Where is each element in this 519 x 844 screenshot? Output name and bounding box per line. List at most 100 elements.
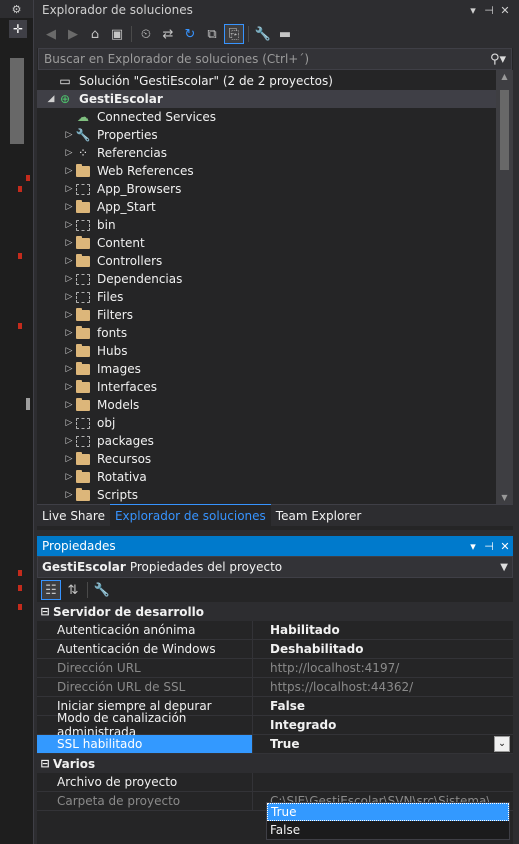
property-row[interactable]: SSL habilitado True ⌄ <box>37 735 513 754</box>
property-value[interactable]: Integrado <box>253 716 513 734</box>
tree-item[interactable]: ▷ Filters <box>37 306 513 324</box>
collapsed-arrow-icon[interactable]: ▷ <box>63 238 75 248</box>
property-category[interactable]: ⊟ Varios <box>37 754 513 773</box>
tree-item[interactable]: ▷ Interfaces <box>37 378 513 396</box>
sync-with-active-document-icon[interactable]: ⇄ <box>158 24 178 44</box>
tree-item[interactable]: ▷ Rotativa <box>37 468 513 486</box>
close-icon[interactable]: ✕ <box>497 540 513 553</box>
scroll-down-arrow-icon[interactable]: ▼ <box>496 493 513 502</box>
switch-views-icon[interactable]: ▣ <box>107 24 127 44</box>
tree-item[interactable]: ▷ Scripts <box>37 486 513 504</box>
property-row[interactable]: Dirección URL de SSL https://localhost:44… <box>37 678 513 697</box>
tree-item[interactable]: ▷ packages <box>37 432 513 450</box>
property-category[interactable]: ⊟ Servidor de desarrollo <box>37 602 513 621</box>
project-node[interactable]: ◢ ⊕ GestiEscolar <box>37 90 513 108</box>
tree-item[interactable]: ▷ bin <box>37 216 513 234</box>
search-input[interactable]: Buscar en Explorador de soluciones (Ctrl… <box>44 52 485 66</box>
properties-wrench-icon[interactable]: 🔧 <box>253 24 273 44</box>
collapsed-arrow-icon[interactable]: ▷ <box>63 472 75 482</box>
window-position-icon[interactable]: ▾ <box>465 4 481 17</box>
gear-icon[interactable]: ⚙ <box>0 0 33 18</box>
tree-item[interactable]: ▷ App_Browsers <box>37 180 513 198</box>
tree-item[interactable]: ▷ Controllers <box>37 252 513 270</box>
collapse-all-icon[interactable]: ⧉ <box>202 24 222 44</box>
tab-team-explorer[interactable]: Team Explorer <box>271 505 367 526</box>
collapsed-arrow-icon[interactable]: ▷ <box>63 382 75 392</box>
pin-icon[interactable]: ⊣ <box>481 4 497 17</box>
collapsed-arrow-icon[interactable]: ▷ <box>63 202 75 212</box>
collapsed-arrow-icon[interactable]: ▷ <box>63 310 75 320</box>
collapsed-arrow-icon[interactable]: ▷ <box>63 220 75 230</box>
collapsed-arrow-icon[interactable]: ▷ <box>63 130 75 140</box>
tree-scrollbar[interactable]: ▲ ▼ <box>496 70 513 504</box>
split-view-icon[interactable]: ✛ <box>9 20 27 38</box>
alphabetical-icon[interactable]: ⇅ <box>63 580 83 600</box>
show-all-files-icon[interactable]: ⎘ <box>224 24 244 44</box>
property-row[interactable]: Autenticación anónima Habilitado <box>37 621 513 640</box>
pending-changes-filter-icon[interactable]: ⏲ <box>136 24 156 44</box>
collapsed-arrow-icon[interactable]: ▷ <box>63 400 75 410</box>
collapsed-arrow-icon[interactable]: ▷ <box>63 364 75 374</box>
collapsed-arrow-icon[interactable]: ▷ <box>63 256 75 266</box>
object-selector[interactable]: GestiEscolar Propiedades del proyecto ▼ <box>37 556 513 578</box>
refresh-icon[interactable]: ↻ <box>180 24 200 44</box>
property-value[interactable]: https://localhost:44362/ <box>253 678 513 696</box>
tree-item[interactable]: ▷ Content <box>37 234 513 252</box>
chevron-down-icon[interactable]: ▼ <box>500 562 508 573</box>
tree-item[interactable]: ▷ Images <box>37 360 513 378</box>
ssl-value-dropdown[interactable]: True False <box>266 802 510 840</box>
property-value[interactable]: Habilitado <box>253 621 513 639</box>
preview-selected-items-icon[interactable]: ▬ <box>275 24 295 44</box>
dropdown-option[interactable]: False <box>267 821 509 839</box>
tree-item[interactable]: ▷ obj <box>37 414 513 432</box>
tree-item[interactable]: ▷ fonts <box>37 324 513 342</box>
tree-item[interactable]: ▷ App_Start <box>37 198 513 216</box>
back-icon[interactable]: ◀ <box>41 24 61 44</box>
property-row[interactable]: Autenticación de Windows Deshabilitado <box>37 640 513 659</box>
tree-item[interactable]: ▷☁Connected Services <box>37 108 513 126</box>
collapsed-arrow-icon[interactable]: ▷ <box>63 166 75 176</box>
tree-item[interactable]: ▷ Dependencias <box>37 270 513 288</box>
forward-icon[interactable]: ▶ <box>63 24 83 44</box>
collapsed-arrow-icon[interactable]: ▷ <box>63 148 75 158</box>
tab-solution-explorer[interactable]: Explorador de soluciones <box>109 504 271 526</box>
collapsed-arrow-icon[interactable]: ▷ <box>63 328 75 338</box>
tree-item[interactable]: ▷ Models <box>37 396 513 414</box>
tree-item[interactable]: ▷ Hubs <box>37 342 513 360</box>
property-value[interactable]: http://localhost:4197/ <box>253 659 513 677</box>
tree-item[interactable]: ▷ 🔧 Properties <box>37 126 513 144</box>
tree-scrollbar-thumb[interactable] <box>500 90 509 170</box>
collapsed-arrow-icon[interactable]: ▷ <box>63 418 75 428</box>
property-row[interactable]: Dirección URL http://localhost:4197/ <box>37 659 513 678</box>
tree-item[interactable]: ▷ Recursos <box>37 450 513 468</box>
solution-node[interactable]: ▭ Solución "GestiEscolar" (2 de 2 proyec… <box>37 72 513 90</box>
dropdown-button-icon[interactable]: ⌄ <box>494 736 510 752</box>
categorized-icon[interactable]: ☷ <box>41 580 61 600</box>
collapsed-arrow-icon[interactable]: ▷ <box>63 454 75 464</box>
home-icon[interactable]: ⌂ <box>85 24 105 44</box>
expanded-arrow-icon[interactable]: ◢ <box>45 94 57 104</box>
property-value[interactable]: False <box>253 697 513 715</box>
close-icon[interactable]: ✕ <box>497 4 513 17</box>
dropdown-option[interactable]: True <box>267 803 509 821</box>
property-pages-wrench-icon[interactable]: 🔧 <box>92 580 112 600</box>
collapsed-arrow-icon[interactable]: ▷ <box>63 184 75 194</box>
window-position-icon[interactable]: ▾ <box>465 540 481 553</box>
property-row[interactable]: Archivo de proyecto <box>37 773 513 792</box>
collapsed-arrow-icon[interactable]: ▷ <box>63 436 75 446</box>
collapsed-arrow-icon[interactable]: ▷ <box>63 346 75 356</box>
collapse-toggle-icon[interactable]: ⊟ <box>37 605 53 618</box>
tree-item[interactable]: ▷ Web References <box>37 162 513 180</box>
solution-search-box[interactable]: Buscar en Explorador de soluciones (Ctrl… <box>38 48 512 70</box>
property-row[interactable]: Modo de canalización administrada Integra… <box>37 711 513 739</box>
tree-item[interactable]: ▷ Files <box>37 288 513 306</box>
collapsed-arrow-icon[interactable]: ▷ <box>63 274 75 284</box>
property-value[interactable]: True ⌄ <box>253 735 513 753</box>
collapsed-arrow-icon[interactable]: ▷ <box>63 490 75 500</box>
property-value[interactable] <box>253 773 513 791</box>
collapse-toggle-icon[interactable]: ⊟ <box>37 757 53 770</box>
collapsed-arrow-icon[interactable]: ▷ <box>63 292 75 302</box>
tab-live-share[interactable]: Live Share <box>37 505 110 526</box>
search-icon[interactable]: ⚲▾ <box>485 52 511 67</box>
editor-scrollbar-thumb[interactable] <box>10 58 24 144</box>
